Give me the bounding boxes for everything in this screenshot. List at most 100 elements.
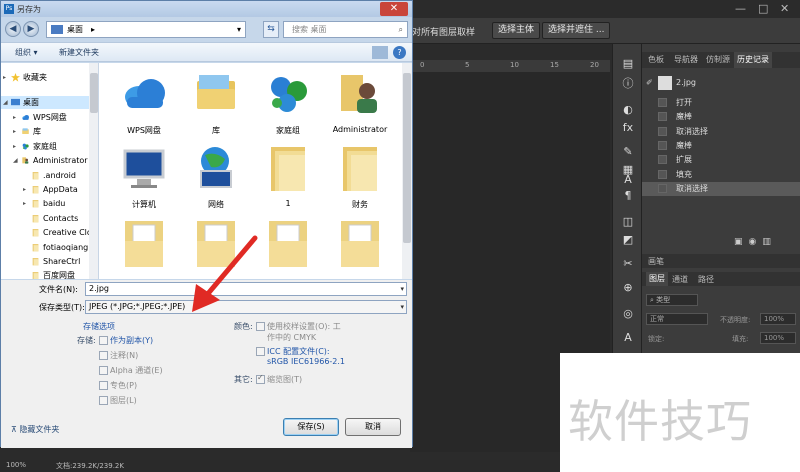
new-folder-button[interactable]: 新建文件夹 [59, 47, 99, 58]
history-item[interactable]: 魔棒 [642, 110, 800, 124]
filename-input[interactable]: 2.jpg ▾ [85, 282, 407, 296]
tree-item[interactable]: ▸ 库 [1, 125, 89, 138]
tree-item[interactable]: ▸ AppData [1, 183, 89, 196]
tree-item[interactable]: ▸ WPS网盘 [1, 111, 89, 124]
new-document-icon[interactable]: ▣ [734, 237, 749, 247]
storage-option-checkbox[interactable] [99, 396, 108, 405]
save-button[interactable]: 保存(S) [283, 418, 339, 436]
address-dropdown-icon[interactable]: ▾ [237, 22, 241, 37]
fx-panel-icon[interactable]: fx [620, 120, 636, 136]
file-list-scroll-thumb[interactable] [403, 73, 411, 243]
tree-item[interactable]: ◢ 桌面 [1, 96, 89, 109]
dialog-close-button[interactable]: ✕ [380, 2, 408, 16]
history-item[interactable]: 取消选择 [642, 181, 800, 196]
help-icon[interactable]: ? [393, 46, 406, 59]
organize-button[interactable]: 组织 ▾ [15, 47, 38, 58]
history-item[interactable]: 取消选择 [642, 125, 800, 139]
cancel-button[interactable]: 取消 [345, 418, 401, 436]
file-item[interactable]: 网络 [185, 141, 247, 221]
thumbnail-checkbox[interactable] [256, 373, 265, 384]
tree-item[interactable]: ▸ 家庭组 [1, 140, 89, 153]
tree-expander-icon[interactable]: ◢ [13, 154, 18, 167]
history-panel-icon[interactable]: ▤ [620, 56, 636, 72]
history-item[interactable]: 填充 [642, 168, 800, 182]
hide-folders-toggle[interactable]: ⊼ 隐藏文件夹 [11, 424, 59, 435]
file-item[interactable]: 财务 [329, 141, 391, 221]
dialog-titlebar[interactable]: Ps 另存为 ✕ [1, 1, 412, 17]
tree-expander-icon[interactable]: ▸ [13, 111, 16, 124]
tree-item[interactable]: ShareCtrl [1, 255, 89, 268]
tree-item[interactable]: ▸ baidu [1, 197, 89, 210]
chevron-down-icon[interactable]: ▾ [400, 283, 404, 295]
file-item[interactable]: 1 [257, 141, 319, 221]
file-item[interactable]: WPS网盘 [113, 67, 175, 147]
tree-expander-icon[interactable]: ▸ [13, 125, 16, 138]
history-snapshot[interactable]: ✐ 2.jpg [642, 76, 800, 90]
history-item[interactable]: 魔棒 [642, 139, 800, 153]
info-panel-icon[interactable]: ⓘ [620, 76, 636, 92]
storage-option-checkbox[interactable] [99, 351, 108, 360]
address-bar[interactable]: 桌面 ▸ ▾ [46, 21, 246, 38]
zoom-level[interactable]: 100% [6, 461, 26, 469]
tab-navigator[interactable]: 导航器 [674, 54, 698, 65]
file-item[interactable]: 库 [185, 67, 247, 147]
tree-item[interactable]: fotiaoqiang [1, 241, 89, 254]
file-item[interactable]: 计算机 [113, 141, 175, 221]
blend-mode-select[interactable]: 正常 [646, 313, 708, 325]
tab-paths[interactable]: 路径 [698, 274, 714, 285]
tab-clone-source[interactable]: 仿制源 [706, 54, 730, 65]
navigator-panel-icon[interactable]: ⊕ [620, 280, 636, 296]
tree-item[interactable]: Contacts [1, 212, 89, 225]
maximize-icon[interactable]: □ [758, 2, 768, 15]
view-options-icon[interactable] [372, 46, 388, 59]
file-item[interactable] [257, 215, 319, 279]
tool-preset-icon[interactable]: ◫ [620, 214, 636, 230]
fill-input[interactable]: 100% [760, 332, 796, 344]
camera-icon[interactable]: ◉ [749, 237, 763, 247]
adjustment-panel-icon[interactable]: ◩ [620, 232, 636, 248]
tab-brush[interactable]: 画笔 [648, 256, 664, 267]
tree-expander-icon[interactable]: ▸ [13, 140, 16, 153]
search-input[interactable]: 搜索 桌面 ⌕ [283, 21, 408, 38]
breadcrumb-arrow-icon[interactable]: ▸ [91, 22, 95, 37]
history-item[interactable]: 扩展 [642, 153, 800, 167]
filetype-select[interactable]: JPEG (*.JPG;*.JPEG;*.JPE) ▾ [85, 300, 407, 314]
file-item[interactable] [185, 215, 247, 279]
tree-item[interactable]: Creative Clo [1, 226, 92, 239]
trash-icon[interactable]: ▥ [762, 237, 777, 247]
file-item[interactable] [329, 215, 391, 279]
file-list-scrollbar[interactable] [402, 63, 412, 279]
file-item[interactable]: 家庭组 [257, 67, 319, 147]
paragraph-panel-icon[interactable]: ¶ [620, 188, 636, 204]
tab-layers[interactable]: 图层 [646, 272, 668, 286]
icc-profile-checkbox[interactable] [256, 347, 265, 356]
history-item[interactable]: 打开 [642, 96, 800, 110]
close-icon[interactable]: ✕ [780, 2, 789, 15]
file-item[interactable] [113, 215, 175, 279]
tree-item[interactable]: ◢ Administrator [1, 154, 89, 167]
tab-history[interactable]: 历史记录 [734, 52, 772, 68]
tree-item[interactable]: ▸ 收藏夹 [1, 71, 89, 84]
opacity-input[interactable]: 100% [760, 313, 796, 325]
brush-panel-icon[interactable]: ✎ [620, 144, 636, 160]
layer-filter-select[interactable]: ⌕ 类型 [646, 294, 698, 306]
transform-panel-icon[interactable]: ✂ [620, 256, 636, 272]
tree-scroll-thumb[interactable] [90, 73, 98, 113]
select-subject-button[interactable]: 选择主体 [492, 22, 541, 39]
tree-scrollbar[interactable] [89, 63, 98, 279]
color-panel-icon[interactable]: ◐ [620, 102, 636, 118]
text-panel-icon[interactable]: A [620, 330, 636, 346]
tree-expander-icon[interactable]: ◢ [3, 96, 8, 109]
tree-expander-icon[interactable]: ▸ [23, 183, 26, 196]
file-item[interactable]: Administrator [329, 67, 391, 147]
3d-panel-icon[interactable]: ◎ [620, 306, 636, 322]
tab-channels[interactable]: 通道 [672, 274, 688, 285]
refresh-icon[interactable]: ⇆ [263, 21, 279, 38]
back-icon[interactable]: ◀ [5, 21, 21, 37]
storage-option-checkbox[interactable] [99, 366, 108, 375]
storage-option-checkbox[interactable] [99, 336, 108, 345]
forward-icon[interactable]: ▶ [23, 21, 39, 37]
tab-swatches[interactable]: 色板 [648, 54, 664, 65]
tree-item[interactable]: 百度网盘 [1, 269, 89, 279]
tree-expander-icon[interactable]: ▸ [3, 71, 6, 84]
